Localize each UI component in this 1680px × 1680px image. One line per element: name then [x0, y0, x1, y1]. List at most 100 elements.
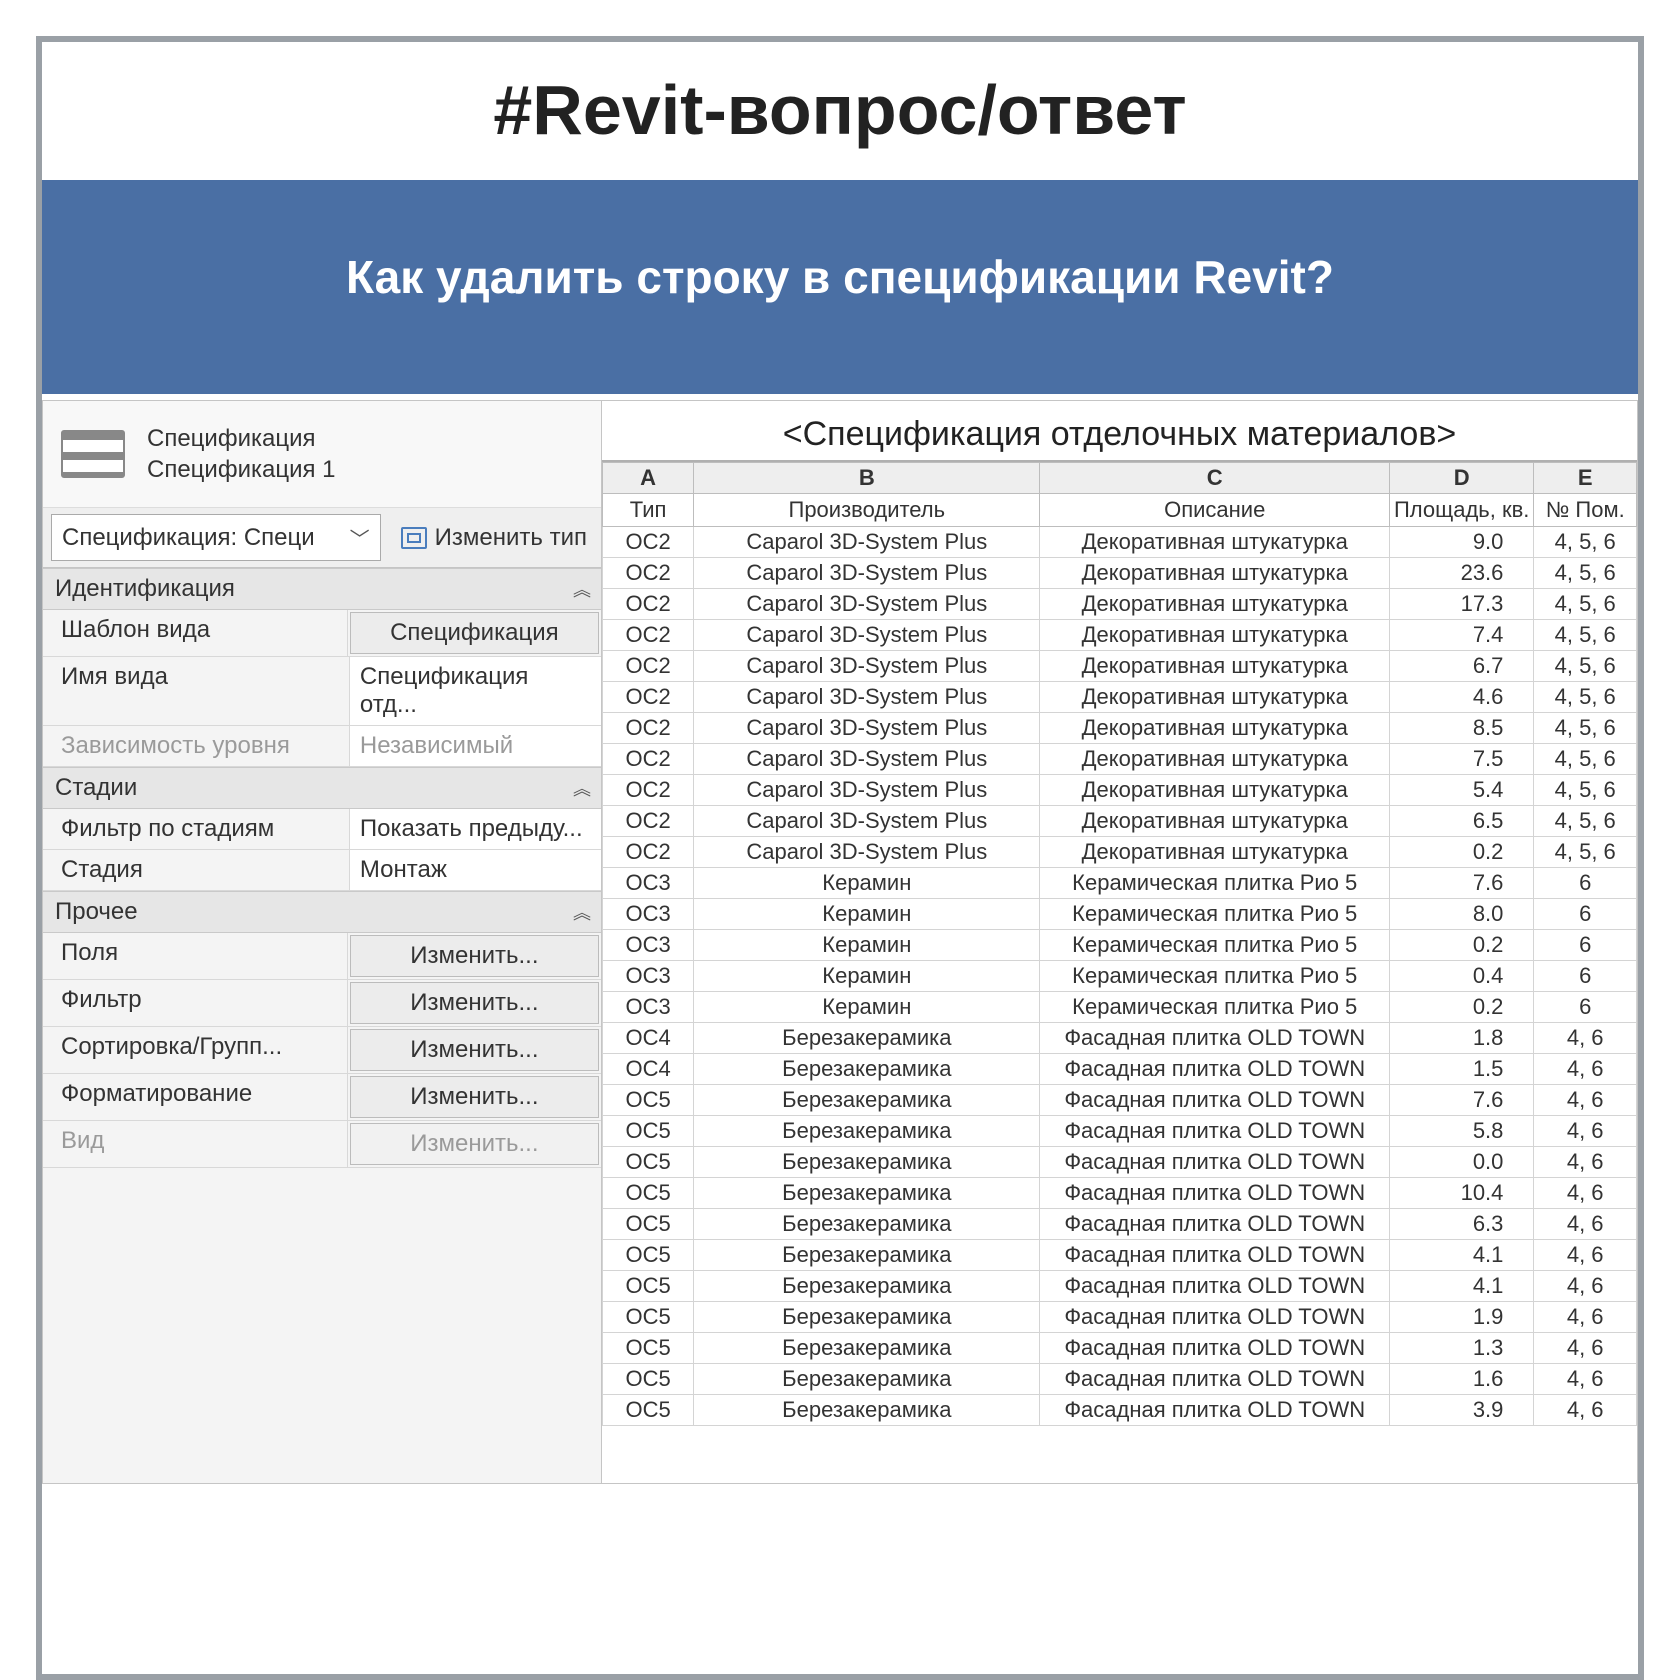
cell[interactable]: OC3 [603, 868, 694, 899]
cell[interactable]: Фасадная плитка OLD TOWN [1040, 1054, 1390, 1085]
cell[interactable]: 4, 6 [1534, 1085, 1637, 1116]
cell[interactable]: 4, 6 [1534, 1395, 1637, 1426]
cell[interactable]: Фасадная плитка OLD TOWN [1040, 1178, 1390, 1209]
cell[interactable]: OC5 [603, 1085, 694, 1116]
cell[interactable]: Декоративная штукатурка [1040, 713, 1390, 744]
cell[interactable]: Caparol 3D-System Plus [694, 713, 1040, 744]
cell[interactable]: 4, 6 [1534, 1364, 1637, 1395]
table-row[interactable]: OC2Caparol 3D-System PlusДекоративная шт… [603, 775, 1637, 806]
table-row[interactable]: OC4БерезакерамикаФасадная плитка OLD TOW… [603, 1054, 1637, 1085]
property-group-header[interactable]: Стадии︽ [43, 767, 601, 809]
cell[interactable]: Березакерамика [694, 1054, 1040, 1085]
cell[interactable]: 7.4 [1389, 620, 1533, 651]
cell[interactable]: OC2 [603, 682, 694, 713]
cell[interactable]: Березакерамика [694, 1023, 1040, 1054]
property-value-button[interactable]: Изменить... [350, 1076, 599, 1118]
cell[interactable]: Керамическая плитка Рио 5 [1040, 930, 1390, 961]
property-value-button[interactable]: Изменить... [350, 1029, 599, 1071]
cell[interactable]: Caparol 3D-System Plus [694, 837, 1040, 868]
cell[interactable]: 23.6 [1389, 558, 1533, 589]
cell[interactable]: 4, 6 [1534, 1023, 1637, 1054]
cell[interactable]: Керамин [694, 992, 1040, 1023]
cell[interactable]: Керамин [694, 899, 1040, 930]
cell[interactable]: OC2 [603, 806, 694, 837]
cell[interactable]: 10.4 [1389, 1178, 1533, 1209]
table-row[interactable]: OC2Caparol 3D-System PlusДекоративная шт… [603, 589, 1637, 620]
cell[interactable]: 6.3 [1389, 1209, 1533, 1240]
cell[interactable]: 4, 6 [1534, 1054, 1637, 1085]
cell[interactable]: OC4 [603, 1054, 694, 1085]
cell[interactable]: 6 [1534, 961, 1637, 992]
cell[interactable]: Керамин [694, 961, 1040, 992]
cell[interactable]: 5.8 [1389, 1116, 1533, 1147]
property-group-header[interactable]: Идентификация︽ [43, 568, 601, 610]
property-value-button[interactable]: Спецификация [350, 612, 599, 654]
property-value[interactable]: Монтаж [350, 850, 601, 890]
table-row[interactable]: OC3КераминКерамическая плитка Рио 57.66 [603, 868, 1637, 899]
cell[interactable]: OC3 [603, 899, 694, 930]
cell[interactable]: Caparol 3D-System Plus [694, 527, 1040, 558]
cell[interactable]: Березакерамика [694, 1302, 1040, 1333]
cell[interactable]: Березакерамика [694, 1147, 1040, 1178]
cell[interactable]: Керамин [694, 868, 1040, 899]
column-letter[interactable]: E [1534, 463, 1637, 494]
cell[interactable]: 4, 5, 6 [1534, 713, 1637, 744]
cell[interactable]: 7.5 [1389, 744, 1533, 775]
cell[interactable]: Фасадная плитка OLD TOWN [1040, 1116, 1390, 1147]
cell[interactable]: 4, 6 [1534, 1240, 1637, 1271]
cell[interactable]: Декоративная штукатурка [1040, 589, 1390, 620]
cell[interactable]: Фасадная плитка OLD TOWN [1040, 1147, 1390, 1178]
table-row[interactable]: OC2Caparol 3D-System PlusДекоративная шт… [603, 651, 1637, 682]
cell[interactable]: OC5 [603, 1147, 694, 1178]
property-value-button[interactable]: Изменить... [350, 1123, 599, 1165]
cell[interactable]: 4, 5, 6 [1534, 837, 1637, 868]
cell[interactable]: 4, 5, 6 [1534, 620, 1637, 651]
cell[interactable]: Керамическая плитка Рио 5 [1040, 899, 1390, 930]
table-row[interactable]: OC5БерезакерамикаФасадная плитка OLD TOW… [603, 1085, 1637, 1116]
cell[interactable]: 4, 5, 6 [1534, 558, 1637, 589]
cell[interactable]: Caparol 3D-System Plus [694, 651, 1040, 682]
cell[interactable]: 4, 5, 6 [1534, 744, 1637, 775]
cell[interactable]: Фасадная плитка OLD TOWN [1040, 1085, 1390, 1116]
cell[interactable]: Фасадная плитка OLD TOWN [1040, 1240, 1390, 1271]
cell[interactable]: Керамическая плитка Рио 5 [1040, 961, 1390, 992]
cell[interactable]: 8.5 [1389, 713, 1533, 744]
cell[interactable]: 0.0 [1389, 1147, 1533, 1178]
cell[interactable]: OC5 [603, 1395, 694, 1426]
cell[interactable]: OC2 [603, 589, 694, 620]
cell[interactable]: OC5 [603, 1116, 694, 1147]
cell[interactable]: Фасадная плитка OLD TOWN [1040, 1209, 1390, 1240]
cell[interactable]: 0.4 [1389, 961, 1533, 992]
cell[interactable]: 4, 5, 6 [1534, 651, 1637, 682]
cell[interactable]: Керамин [694, 930, 1040, 961]
table-row[interactable]: OC5БерезакерамикаФасадная плитка OLD TOW… [603, 1271, 1637, 1302]
cell[interactable]: OC2 [603, 558, 694, 589]
cell[interactable]: 4, 5, 6 [1534, 806, 1637, 837]
cell[interactable]: OC5 [603, 1240, 694, 1271]
column-header[interactable]: Тип [603, 494, 694, 527]
cell[interactable]: Березакерамика [694, 1395, 1040, 1426]
cell[interactable]: 4, 6 [1534, 1147, 1637, 1178]
cell[interactable]: 4.6 [1389, 682, 1533, 713]
cell[interactable]: OC2 [603, 620, 694, 651]
cell[interactable]: Березакерамика [694, 1364, 1040, 1395]
table-row[interactable]: OC2Caparol 3D-System PlusДекоративная шт… [603, 620, 1637, 651]
cell[interactable]: 4, 6 [1534, 1209, 1637, 1240]
cell[interactable]: Caparol 3D-System Plus [694, 744, 1040, 775]
table-row[interactable]: OC5БерезакерамикаФасадная плитка OLD TOW… [603, 1364, 1637, 1395]
cell[interactable]: Березакерамика [694, 1085, 1040, 1116]
cell[interactable]: 4, 5, 6 [1534, 589, 1637, 620]
cell[interactable]: 4, 5, 6 [1534, 775, 1637, 806]
cell[interactable]: 4.1 [1389, 1240, 1533, 1271]
cell[interactable]: Фасадная плитка OLD TOWN [1040, 1364, 1390, 1395]
table-row[interactable]: OC2Caparol 3D-System PlusДекоративная шт… [603, 558, 1637, 589]
property-value-button[interactable]: Изменить... [350, 935, 599, 977]
table-row[interactable]: OC5БерезакерамикаФасадная плитка OLD TOW… [603, 1178, 1637, 1209]
property-value-button[interactable]: Изменить... [350, 982, 599, 1024]
cell[interactable]: 4.1 [1389, 1271, 1533, 1302]
table-row[interactable]: OC2Caparol 3D-System PlusДекоративная шт… [603, 806, 1637, 837]
cell[interactable]: 6 [1534, 930, 1637, 961]
cell[interactable]: OC3 [603, 992, 694, 1023]
column-header[interactable]: Площадь, кв. [1389, 494, 1533, 527]
cell[interactable]: 4, 6 [1534, 1302, 1637, 1333]
